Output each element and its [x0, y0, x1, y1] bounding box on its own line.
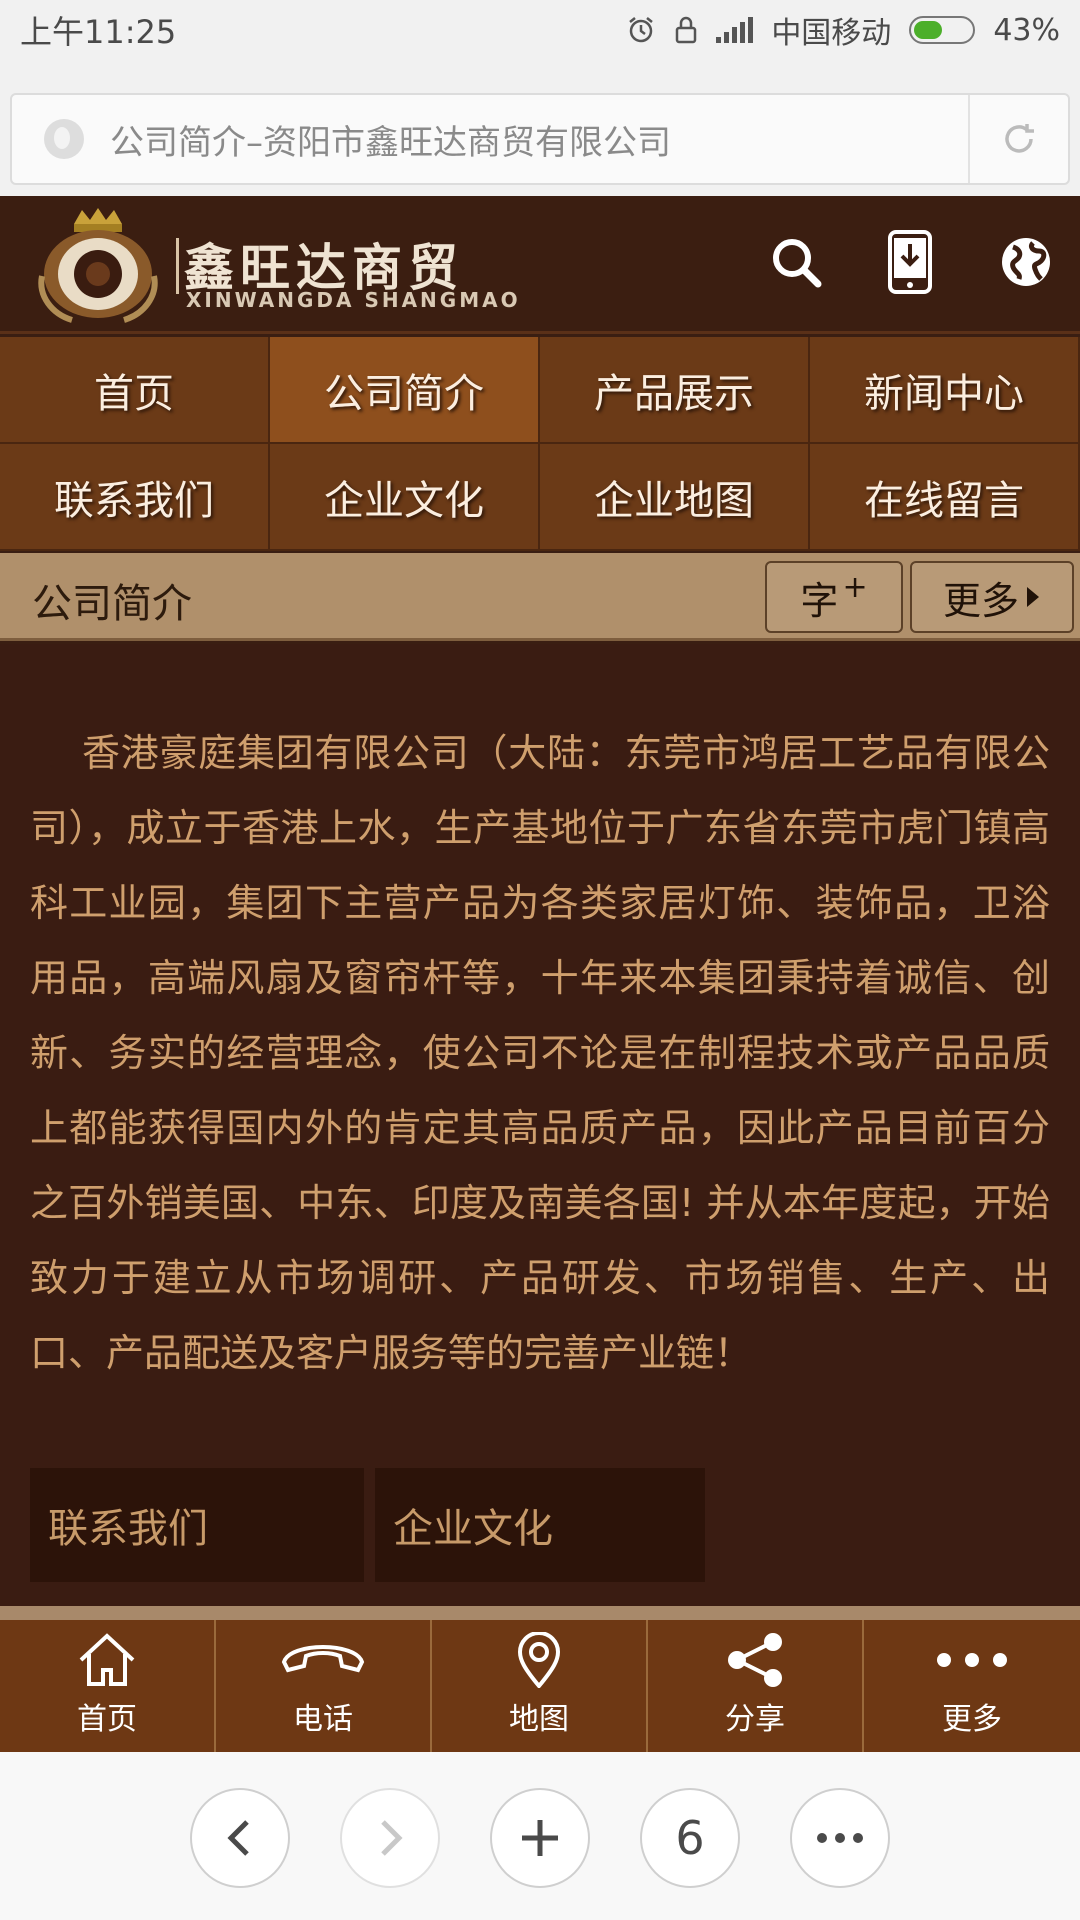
- related-link-contact[interactable]: 联系我们: [30, 1468, 364, 1582]
- font-size-button[interactable]: 字 +: [765, 561, 903, 633]
- signal-icon: [716, 17, 754, 43]
- divider: [0, 1606, 1080, 1620]
- status-bar: 上午11:25 中国移动 43%: [0, 0, 1080, 60]
- nav-item-about[interactable]: 公司简介: [270, 337, 540, 444]
- lock-icon: [676, 16, 697, 44]
- reload-button[interactable]: [968, 95, 1068, 183]
- nav-item-map[interactable]: 企业地图: [540, 444, 810, 551]
- logo-divider: [176, 238, 179, 294]
- content-area: 香港豪庭集团有限公司（大陆：东莞市鸿居工艺品有限公司），成立于香港上水，生产基地…: [0, 644, 1080, 1606]
- more-label: 更多: [942, 578, 1019, 623]
- globe-icon: [1002, 238, 1050, 286]
- article-body: 香港豪庭集团有限公司（大陆：东莞市鸿居工艺品有限公司），成立于香港上水，生产基地…: [30, 731, 1050, 1375]
- chevron-right-icon: [381, 1820, 403, 1856]
- carrier-name: 中国移动: [771, 16, 892, 51]
- status-time: 上午11:25: [20, 13, 177, 51]
- plus-icon: [522, 1820, 558, 1856]
- section-header: 公司简介 字 + 更多: [0, 553, 1080, 641]
- toolbar-map-label: 地图: [509, 1702, 569, 1737]
- nav-item-culture[interactable]: 企业文化: [270, 444, 540, 551]
- share-icon: [728, 1633, 782, 1687]
- browser-bottom-nav: 6: [0, 1752, 1080, 1920]
- toolbar-share-button[interactable]: 分享: [648, 1620, 864, 1752]
- mobile-download-icon: [888, 230, 932, 294]
- toolbar-more-label: 更多: [942, 1702, 1002, 1737]
- bottom-toolbar: 首页 电话 地图 分享 更多: [0, 1620, 1080, 1752]
- toolbar-home-button[interactable]: 首页: [0, 1620, 216, 1752]
- nav-item-contact[interactable]: 联系我们: [0, 444, 270, 551]
- ellipsis-icon: [817, 1833, 863, 1843]
- section-title: 公司简介: [32, 581, 192, 627]
- related-link-culture[interactable]: 企业文化: [375, 1468, 705, 1582]
- more-dots-icon: [937, 1653, 1007, 1667]
- more-button[interactable]: 更多: [910, 561, 1074, 633]
- toolbar-map-button[interactable]: 地图: [432, 1620, 648, 1752]
- nav-item-home[interactable]: 首页: [0, 337, 270, 444]
- alarm-icon: [629, 17, 654, 43]
- phone-icon: [281, 1645, 365, 1673]
- toolbar-home-label: 首页: [77, 1702, 137, 1737]
- battery-percent: 43%: [993, 12, 1060, 48]
- back-button[interactable]: [190, 1788, 290, 1888]
- chevron-left-icon: [227, 1820, 249, 1856]
- toolbar-more-button[interactable]: 更多: [864, 1620, 1080, 1752]
- status-indicators: 中国移动 43%: [626, 8, 1060, 52]
- new-tab-button[interactable]: [490, 1788, 590, 1888]
- tabs-button[interactable]: 6: [640, 1788, 740, 1888]
- nav-item-products[interactable]: 产品展示: [540, 337, 810, 444]
- toolbar-share-label: 分享: [725, 1702, 785, 1737]
- tabs-count: 6: [675, 1811, 705, 1865]
- home-icon: [79, 1633, 135, 1686]
- site-header: 鑫旺达商贸 XINWANGDA SHANGMAO: [0, 196, 1080, 334]
- address-bar[interactable]: 公司简介–资阳市鑫旺达商贸有限公司: [10, 93, 1070, 185]
- search-button[interactable]: [760, 226, 832, 298]
- map-pin-icon: [517, 1632, 561, 1688]
- triangle-right-icon: [1027, 587, 1039, 607]
- search-icon: [773, 239, 822, 288]
- logo-emblem-icon[interactable]: [34, 206, 162, 324]
- nav-item-news[interactable]: 新闻中心: [810, 337, 1080, 444]
- reload-icon: [1005, 124, 1034, 153]
- toolbar-phone-button[interactable]: 电话: [216, 1620, 432, 1752]
- language-button[interactable]: [990, 226, 1062, 298]
- toolbar-phone-label: 电话: [293, 1702, 353, 1737]
- site-favicon-icon: [44, 119, 84, 159]
- battery-icon: [909, 16, 976, 44]
- font-size-plus: +: [842, 569, 868, 605]
- nav-item-message[interactable]: 在线留言: [810, 444, 1080, 551]
- forward-button[interactable]: [340, 1788, 440, 1888]
- logo-subtext: XINWANGDA SHANGMAO: [186, 288, 521, 312]
- browser-menu-button[interactable]: [790, 1788, 890, 1888]
- font-size-label: 字: [800, 578, 839, 623]
- mobile-download-button[interactable]: [874, 226, 946, 298]
- main-nav: 首页 公司简介 产品展示 新闻中心 联系我们 企业文化 企业地图 在线留言: [0, 337, 1080, 551]
- page-title: 公司简介–资阳市鑫旺达商贸有限公司: [110, 122, 671, 163]
- browser-address-area: 公司简介–资阳市鑫旺达商贸有限公司: [0, 60, 1080, 196]
